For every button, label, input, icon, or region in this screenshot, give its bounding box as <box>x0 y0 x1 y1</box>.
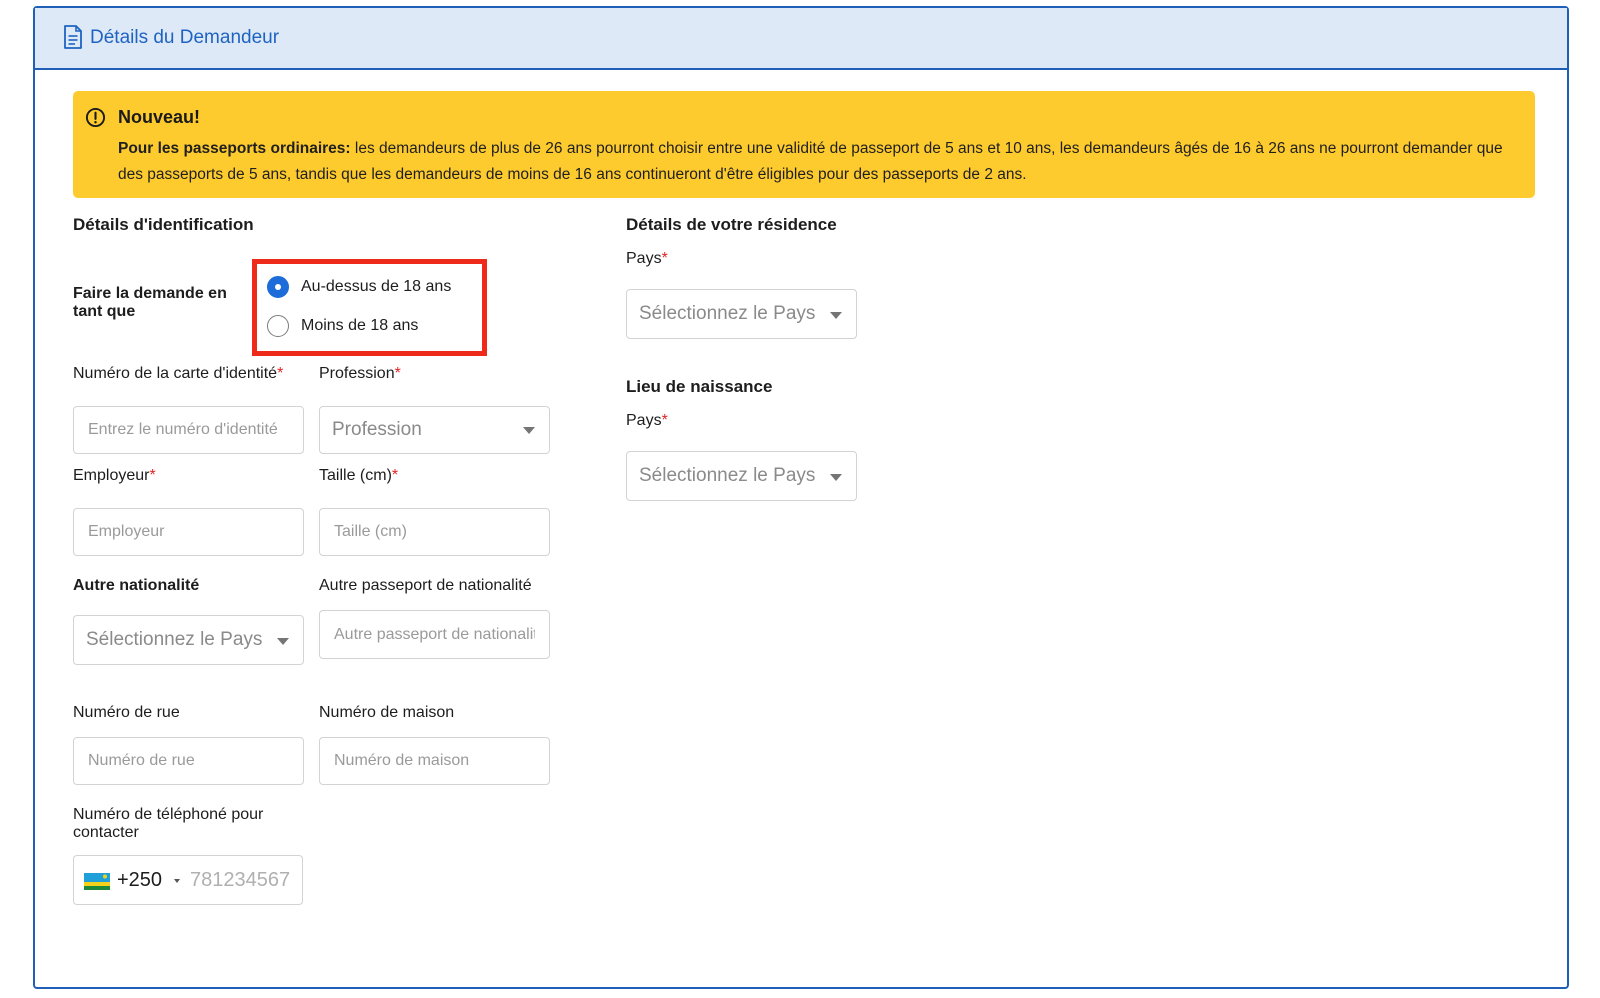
birthplace-country-label-text: Pays <box>626 412 662 429</box>
house-input[interactable] <box>319 737 550 785</box>
employer-input[interactable] <box>73 508 304 556</box>
residence-country-label: Pays* <box>626 250 668 268</box>
other-passport-input[interactable] <box>319 610 550 659</box>
caret-down-icon <box>523 427 535 434</box>
profession-label-text: Profession <box>319 365 395 382</box>
id-card-input[interactable] <box>73 406 304 454</box>
dial-code-selector[interactable]: +250 <box>117 869 162 892</box>
street-input[interactable] <box>73 737 304 785</box>
birthplace-country-placeholder: Sélectionnez le Pays <box>639 465 816 486</box>
radio-button-checked[interactable] <box>267 276 289 298</box>
birthplace-country-select[interactable]: Sélectionnez le Pays <box>626 451 857 501</box>
alert-body: Pour les passeports ordinaires: les dema… <box>118 136 1518 188</box>
birthplace-section-title: Lieu de naissance <box>626 377 773 396</box>
radio-label: Au-dessus de 18 ans <box>301 278 452 295</box>
exclamation-circle-icon <box>85 107 106 128</box>
caret-down-icon <box>277 638 289 645</box>
residence-country-select[interactable]: Sélectionnez le Pays <box>626 289 857 339</box>
required-star: * <box>661 250 668 267</box>
height-label-text: Taille (cm) <box>319 467 392 484</box>
other-nationality-label: Autre nationalité <box>73 577 200 594</box>
phone-field: +250 <box>73 855 303 905</box>
panel-title: Détails du Demandeur <box>90 27 280 48</box>
employer-label: Employeur* <box>73 467 156 485</box>
street-label: Numéro de rue <box>73 704 180 721</box>
height-input[interactable] <box>319 508 550 556</box>
required-star: * <box>149 467 156 484</box>
other-nationality-placeholder: Sélectionnez le Pays <box>86 629 263 650</box>
phone-number-input[interactable] <box>190 864 298 896</box>
apply-as-label: Faire la demande en tant que <box>73 285 227 320</box>
radio-button-unchecked[interactable] <box>267 315 289 337</box>
alert-bold-lead: Pour les passeports ordinaires: <box>118 140 351 157</box>
identification-section-title: Détails d'identification <box>73 215 254 234</box>
caret-down-icon <box>830 312 842 319</box>
radio-over-18[interactable]: Au-dessus de 18 ans <box>267 276 451 298</box>
residence-section-title: Détails de votre résidence <box>626 215 837 234</box>
phone-label: Numéro de téléphoné pour contacter <box>73 806 264 841</box>
required-star: * <box>391 467 399 484</box>
caret-down-icon[interactable] <box>174 879 180 883</box>
new-info-alert: Nouveau! Pour les passeports ordinaires:… <box>73 91 1535 198</box>
radio-label: Moins de 18 ans <box>301 317 419 334</box>
document-icon <box>64 25 82 49</box>
employer-label-text: Employeur <box>73 467 150 484</box>
residence-country-label-text: Pays <box>626 250 662 267</box>
panel-header: Détails du Demandeur <box>35 8 1567 70</box>
other-passport-label: Autre passeport de nationalité <box>319 577 532 594</box>
required-star: * <box>661 412 668 429</box>
alert-title: Nouveau! <box>118 107 201 127</box>
house-label: Numéro de maison <box>319 704 455 721</box>
id-card-label-text: Numéro de la carte d'identité <box>73 365 278 382</box>
id-card-label: Numéro de la carte d'identité* <box>73 365 283 383</box>
radio-under-18[interactable]: Moins de 18 ans <box>267 315 418 337</box>
age-group-radio-group: Au-dessus de 18 ans Moins de 18 ans <box>252 259 487 356</box>
profession-placeholder: Profession <box>332 419 422 440</box>
required-star: * <box>277 365 284 382</box>
rwanda-flag-icon[interactable] <box>84 873 110 890</box>
residence-country-placeholder: Sélectionnez le Pays <box>639 303 816 324</box>
required-star: * <box>394 365 401 382</box>
height-label: Taille (cm)* <box>319 467 398 485</box>
other-nationality-select[interactable]: Sélectionnez le Pays <box>73 615 304 665</box>
profession-label: Profession* <box>319 365 401 383</box>
profession-select[interactable]: Profession <box>319 406 550 454</box>
caret-down-icon <box>830 474 842 481</box>
birthplace-country-label: Pays* <box>626 412 668 430</box>
